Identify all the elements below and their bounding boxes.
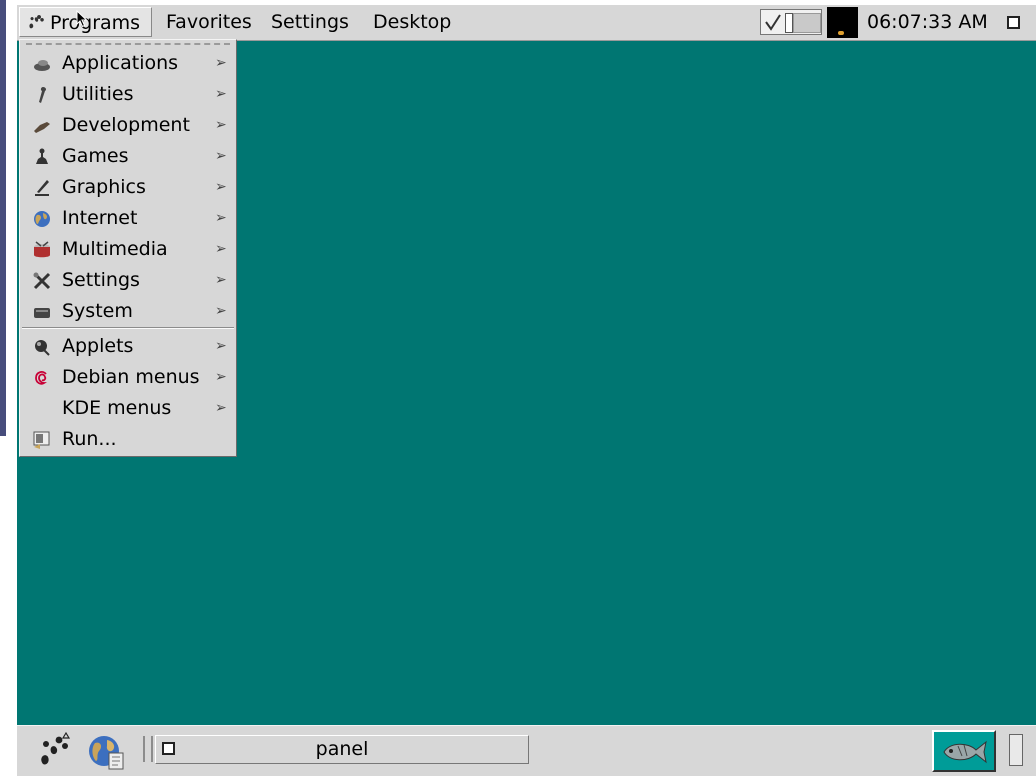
- applet-slot: [785, 13, 793, 33]
- menu-item-graphics[interactable]: Graphics ➢: [20, 172, 236, 202]
- menu-item-settings[interactable]: Settings ➢: [20, 265, 236, 295]
- applications-icon: [32, 54, 52, 74]
- menu-item-games[interactable]: Games ➢: [20, 141, 236, 171]
- desktop-menu-button[interactable]: Desktop: [365, 7, 459, 37]
- submenu-arrow-icon: ➢: [215, 55, 227, 71]
- submenu-arrow-icon: ➢: [215, 338, 227, 354]
- menu-item-multimedia[interactable]: Multimedia ➢: [20, 234, 236, 264]
- menu-item-run[interactable]: Run...: [20, 424, 236, 454]
- submenu-arrow-icon: ➢: [215, 369, 227, 385]
- top-panel: Programs Favorites Settings Desktop 06:0…: [17, 5, 1036, 41]
- lamp-meter-applet[interactable]: [827, 7, 858, 38]
- menu-item-internet[interactable]: Internet ➢: [20, 203, 236, 233]
- submenu-arrow-icon: ➢: [215, 241, 227, 257]
- menu-item-label: Internet: [62, 207, 138, 229]
- multimedia-icon: [32, 240, 52, 260]
- fish-applet-icon[interactable]: [932, 730, 996, 772]
- panel-applet-switch[interactable]: [760, 9, 822, 35]
- programs-dropdown-menu: Applications ➢ Utilities ➢ Development ➢ Games…: [19, 39, 237, 457]
- submenu-arrow-icon: ➢: [215, 117, 227, 133]
- settings-icon: [32, 271, 52, 291]
- menu-item-applets[interactable]: Applets ➢: [20, 331, 236, 361]
- menu-item-utilities[interactable]: Utilities ➢: [20, 79, 236, 109]
- submenu-arrow-icon: ➢: [215, 86, 227, 102]
- menu-item-debian-menus[interactable]: Debian menus ➢: [20, 362, 236, 392]
- menu-item-label: Debian menus: [62, 366, 200, 388]
- submenu-arrow-icon: ➢: [215, 210, 227, 226]
- menu-separator: [22, 327, 234, 329]
- background-window-edge: [0, 0, 6, 436]
- taskbar-button-label: panel: [315, 738, 369, 760]
- menu-item-label: Games: [62, 145, 129, 167]
- menu-item-label: Utilities: [62, 83, 134, 105]
- submenu-arrow-icon: ➢: [215, 148, 227, 164]
- menu-item-label: Applets: [62, 335, 134, 357]
- submenu-arrow-icon: ➢: [215, 272, 227, 288]
- taskbar-button-panel[interactable]: panel: [155, 735, 529, 764]
- submenu-arrow-icon: ➢: [215, 179, 227, 195]
- blank-icon: [32, 399, 52, 419]
- applets-icon: [32, 337, 52, 357]
- graphics-icon: [32, 178, 52, 198]
- menu-item-label: System: [62, 300, 133, 322]
- menu-tearoff-line[interactable]: [26, 43, 230, 45]
- debian-icon: [32, 368, 52, 388]
- programs-menu-label: Programs: [50, 12, 141, 34]
- menu-item-system[interactable]: System ➢: [20, 296, 236, 326]
- gnome-foot-icon: [26, 9, 46, 39]
- menu-item-label: Multimedia: [62, 238, 168, 260]
- tasklist-handle[interactable]: [143, 736, 153, 762]
- main-menu-foot-icon[interactable]: [33, 730, 73, 770]
- window-list-icon[interactable]: [1007, 16, 1020, 29]
- menu-item-kde-menus[interactable]: KDE menus ➢: [20, 393, 236, 423]
- web-browser-launcher-icon[interactable]: [87, 733, 125, 771]
- menu-item-label: Applications: [62, 52, 179, 74]
- menu-item-label: Development: [62, 114, 190, 136]
- games-icon: [32, 147, 52, 167]
- panel-hide-button[interactable]: [1009, 734, 1023, 766]
- applet-track: [793, 13, 821, 33]
- settings-menu-button[interactable]: Settings: [263, 7, 357, 37]
- run-icon: [32, 430, 52, 450]
- submenu-arrow-icon: ➢: [215, 303, 227, 319]
- menu-item-label: Settings: [62, 269, 140, 291]
- system-icon: [32, 302, 52, 322]
- development-icon: [32, 116, 52, 136]
- submenu-arrow-icon: ➢: [215, 400, 227, 416]
- mouse-pointer-icon: [76, 10, 88, 28]
- bottom-panel: panel: [17, 725, 1036, 776]
- internet-icon: [32, 209, 52, 229]
- menu-item-applications[interactable]: Applications ➢: [20, 48, 236, 78]
- menu-item-label: KDE menus: [62, 397, 172, 419]
- utilities-icon: [32, 85, 52, 105]
- menu-item-label: Graphics: [62, 176, 146, 198]
- menu-item-development[interactable]: Development ➢: [20, 110, 236, 140]
- panel-clock[interactable]: 06:07:33 AM: [867, 7, 988, 37]
- lamp-bulb-icon: [838, 31, 844, 35]
- menu-item-label: Run...: [62, 428, 117, 450]
- favorites-menu-button[interactable]: Favorites: [158, 7, 260, 37]
